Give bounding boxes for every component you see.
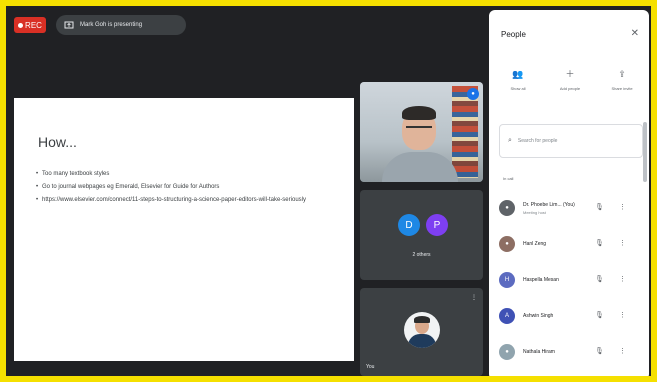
participant-video-tile[interactable]: ●: [360, 82, 483, 182]
avatar: D: [398, 214, 420, 236]
meeting-window: REC Mark Goh is presenting How... Too ma…: [6, 6, 651, 376]
more-options-icon[interactable]: ⋮: [619, 275, 626, 283]
slide-bullet: https://www.elsevier.com/connect/11-step…: [36, 196, 336, 204]
mic-icon[interactable]: 🎙: [595, 203, 604, 211]
people-icon: 👥: [512, 69, 524, 79]
person-name: Ashwin Singh: [523, 313, 554, 319]
avatar: H: [499, 272, 515, 288]
avatar: ●: [499, 344, 515, 360]
show-all-button[interactable]: 👥 Show all: [495, 68, 541, 91]
action-label: Show all: [510, 86, 526, 91]
recording-badge: REC: [14, 17, 46, 33]
person-name: Hanl Zeng: [523, 241, 547, 247]
more-options-icon[interactable]: ⋮: [619, 311, 626, 319]
search-icon: ⌕: [508, 137, 512, 144]
people-list: ● Dr. Phoebe Lim... (You) Meeting host 🎙…: [499, 190, 639, 370]
list-item[interactable]: ● Hanl Zeng 🎙 ⋮: [499, 226, 639, 262]
person-info: Hanl Zeng: [523, 241, 587, 247]
add-people-button[interactable]: ＋ Add people: [547, 68, 593, 91]
person-info: Nathala Hiram: [523, 349, 587, 355]
person-info: Haspella Mesan: [523, 277, 587, 283]
self-label: You: [366, 364, 375, 370]
person-info: Ashwin Singh: [523, 313, 587, 319]
person-role: Meeting host: [523, 209, 546, 215]
mic-icon[interactable]: 🎙: [595, 275, 604, 283]
slide-bullets: Too many textbook styles Go to journal w…: [36, 170, 336, 209]
presenting-indicator[interactable]: Mark Goh is presenting: [56, 15, 186, 35]
avatar: A: [499, 308, 515, 324]
action-label: Add people: [559, 86, 581, 91]
close-icon[interactable]: ✕: [631, 28, 639, 39]
speaking-indicator-icon: ●: [467, 88, 479, 100]
more-options-icon[interactable]: ⋮: [619, 239, 626, 247]
avatar: ●: [499, 200, 515, 216]
avatar: ●: [499, 236, 515, 252]
self-avatar: [404, 312, 440, 348]
avatar: P: [426, 214, 448, 236]
mic-icon[interactable]: 🎙: [595, 347, 604, 355]
others-tile[interactable]: D P 2 others: [360, 190, 483, 280]
recording-label: REC: [25, 20, 42, 30]
top-bar: REC Mark Goh is presenting: [6, 6, 486, 46]
mic-icon[interactable]: 🎙: [595, 239, 604, 247]
record-dot-icon: [18, 22, 24, 28]
presenting-text: Mark Goh is presenting: [80, 22, 143, 28]
add-person-icon: ＋: [565, 69, 575, 79]
slide-bullet: Too many textbook styles: [36, 170, 336, 178]
more-options-icon[interactable]: ⋮: [471, 294, 477, 301]
in-call-label: In call: [503, 176, 514, 181]
present-screen-icon: [64, 21, 74, 29]
person-name: Nathala Hiram: [523, 349, 555, 355]
people-panel: People ✕ 👥 Show all ＋ Add people ⇪ Share…: [489, 10, 649, 376]
panel-title: People: [501, 30, 526, 39]
self-hair: [414, 316, 430, 323]
slide-bullet: Go to journal webpages eg Emerald, Elsev…: [36, 183, 336, 191]
action-label: Share invite: [611, 86, 633, 91]
avatar-row: D P: [398, 214, 448, 236]
person-info: Dr. Phoebe Lim... (You) Meeting host: [523, 202, 587, 215]
person-glasses: [406, 126, 432, 132]
panel-actions: 👥 Show all ＋ Add people ⇪ Share invite: [495, 68, 645, 91]
list-item[interactable]: ● Dr. Phoebe Lim... (You) Meeting host 🎙…: [499, 190, 639, 226]
more-options-icon[interactable]: ⋮: [619, 347, 626, 355]
search-input[interactable]: ⌕ Search for people: [499, 124, 643, 158]
person-name: Haspella Mesan: [523, 277, 559, 283]
share-invite-button[interactable]: ⇪ Share invite: [599, 68, 645, 91]
self-suit: [408, 334, 436, 348]
self-tile[interactable]: ⋮ You: [360, 288, 483, 376]
share-icon: ⇪: [618, 69, 626, 79]
others-label: 2 others: [412, 252, 431, 258]
list-item[interactable]: A Ashwin Singh 🎙 ⋮: [499, 298, 639, 334]
list-item[interactable]: H Haspella Mesan 🎙 ⋮: [499, 262, 639, 298]
shared-slide: How... Too many textbook styles Go to jo…: [14, 98, 354, 361]
person-hair: [402, 106, 436, 120]
panel-scrollbar[interactable]: [643, 122, 647, 182]
person-name: Dr. Phoebe Lim... (You): [523, 201, 575, 208]
mic-icon[interactable]: 🎙: [595, 311, 604, 319]
list-item[interactable]: ● Nathala Hiram 🎙 ⋮: [499, 334, 639, 370]
search-placeholder: Search for people: [517, 138, 558, 144]
slide-title: How...: [38, 134, 77, 150]
more-options-icon[interactable]: ⋮: [619, 203, 626, 211]
